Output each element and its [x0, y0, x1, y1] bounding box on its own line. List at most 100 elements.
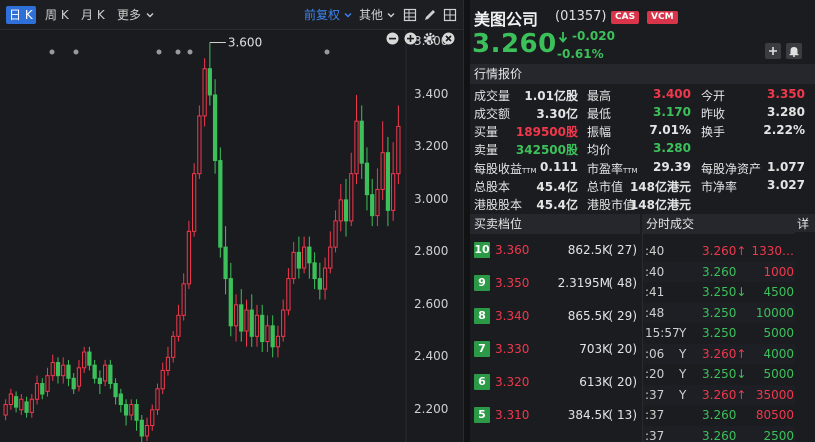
ticks-scrollbar[interactable] — [795, 232, 815, 442]
candle — [244, 309, 249, 332]
fundamental-label: 每股收益 — [474, 162, 523, 176]
event-marker[interactable] — [175, 49, 181, 55]
time-and-sales[interactable]: :40 3.260↑ 1330…:40 3.260 1000:41 3.250↓ 4500:… — [642, 232, 815, 442]
tick-price: 3.250 — [702, 305, 737, 320]
candle — [322, 267, 328, 290]
orderbook-row[interactable]: 9 3.350 2.3195M( 48) — [470, 267, 640, 300]
tick-volume: 35000 — [755, 387, 794, 402]
orderbook-count: ( 27) — [608, 243, 637, 257]
candle — [349, 173, 354, 222]
draw-pen-icon[interactable] — [423, 8, 437, 22]
ticks-header-label: 分时成交 — [646, 217, 695, 231]
event-marker[interactable] — [324, 49, 330, 55]
quote-stat-value: 3.30亿 — [536, 107, 578, 121]
other-chevron-icon[interactable] — [386, 9, 396, 19]
zoom-in-icon[interactable] — [404, 32, 417, 45]
tick-volume: 5000 — [763, 326, 794, 340]
fundamental-label: 港股股本 — [474, 198, 523, 212]
zoom-out-icon[interactable] — [386, 32, 399, 45]
event-marker[interactable] — [187, 49, 193, 55]
candle — [171, 335, 176, 358]
tick-time: :20 — [645, 367, 665, 381]
pane-divider[interactable] — [463, 0, 470, 442]
orderbook-volume: 384.5K — [567, 408, 610, 422]
tab-more[interactable]: 更多 — [114, 6, 144, 24]
tab-daily-k[interactable]: 日 K — [6, 6, 36, 24]
candle — [181, 283, 186, 316]
event-marker[interactable] — [49, 49, 55, 55]
orderbook-price: 3.330 — [495, 342, 530, 356]
tag-cas: CAS — [611, 11, 640, 24]
fundamental-value: 0.111 — [540, 160, 578, 174]
orderbook-row[interactable]: 8 3.340 865.5K( 29) — [470, 300, 640, 333]
quote-stat-value: 2.22% — [763, 123, 805, 137]
chart-settings-gear-icon[interactable] — [423, 32, 436, 45]
tick-volume: 2500 — [763, 428, 794, 442]
fundamental-sub: TTM — [522, 167, 537, 175]
candle — [150, 409, 155, 427]
candle — [223, 246, 228, 280]
candle — [301, 246, 307, 269]
candle — [202, 68, 207, 117]
candle — [3, 404, 8, 416]
price-alert-bell-icon[interactable] — [786, 43, 802, 59]
candle — [233, 304, 239, 327]
orderbook-row[interactable]: 5 3.310 384.5K( 13) — [470, 399, 640, 432]
event-marker[interactable] — [156, 49, 162, 55]
adjust-dropdown[interactable]: 前复权 — [304, 6, 340, 24]
price-change-pct: -0.61% — [557, 47, 604, 61]
candle — [286, 278, 291, 311]
candle — [275, 335, 281, 348]
tab-weekly-k[interactable]: 周 K — [42, 6, 72, 24]
layout-icon[interactable] — [443, 8, 457, 22]
fundamental-stat: 总市值 148亿港元 — [587, 178, 691, 195]
add-watchlist-icon[interactable] — [765, 43, 781, 59]
tick-price: 3.260↑ — [702, 244, 747, 258]
fundamental-value: 45.4亿 — [536, 180, 578, 194]
quote-stat-label: 最低 — [587, 107, 612, 121]
candle — [307, 246, 312, 264]
quote-stat-value: 1.01亿股 — [524, 89, 578, 103]
candle — [97, 377, 103, 385]
tick-time: :37 — [645, 428, 665, 442]
price-tick-label: 2.200 — [414, 401, 449, 416]
adjust-chevron-icon[interactable] — [343, 9, 353, 19]
candle — [260, 314, 265, 343]
candle — [8, 393, 13, 406]
fundamental-label: 总市值 — [587, 180, 624, 194]
candlestick-chart[interactable]: 3.6002.070 — [0, 30, 463, 442]
orderbook-row[interactable]: 10 3.360 862.5K( 27) — [470, 234, 640, 267]
quote-stat: 振幅 7.01% — [587, 123, 691, 140]
close-chart-icon[interactable] — [442, 32, 455, 45]
orderbook-row[interactable]: 7 3.330 703K( 20) — [470, 333, 640, 366]
quote-stat: 最低 3.170 — [587, 105, 691, 122]
quote-stat-label: 换手 — [701, 125, 726, 139]
fundamental-stat: 总股本 45.4亿 — [474, 178, 578, 195]
orderbook-level-badge: 5 — [474, 407, 490, 423]
tick-volume: 4000 — [763, 346, 794, 361]
orderbook-volume: 865.5K — [567, 309, 610, 323]
other-dropdown[interactable]: 其他 — [359, 6, 383, 24]
quote-stat: 成交额 3.30亿 — [474, 105, 578, 122]
stock-code: (01357) — [555, 9, 607, 24]
more-chevron-icon[interactable] — [145, 9, 155, 19]
ticks-detail-button[interactable]: 详 — [797, 214, 809, 234]
candle — [364, 162, 370, 196]
indicator-grid-icon[interactable] — [403, 8, 417, 22]
quote-stat-label: 昨收 — [701, 107, 726, 121]
orderbook-row[interactable]: 6 3.320 613K( 20) — [470, 366, 640, 399]
event-marker[interactable] — [73, 49, 79, 55]
tick-time: :40 — [645, 244, 665, 258]
price-tick-label: 3.000 — [414, 191, 449, 206]
price-tick-label: 3.200 — [414, 139, 449, 154]
candle — [228, 278, 233, 327]
candle — [354, 120, 359, 175]
tab-monthly-k[interactable]: 月 K — [78, 6, 108, 24]
orderbook-volume: 613K — [579, 375, 610, 389]
quote-stat: 买量 189500股 — [474, 123, 578, 140]
orderbook: 10 3.360 862.5K( 27) 9 3.350 2.3195M( 48) 8 3.3… — [470, 232, 640, 442]
orderbook-level-badge: 6 — [474, 374, 490, 390]
tick-price: 3.260 — [702, 408, 737, 422]
quote-stat: 成交量 1.01亿股 — [474, 87, 578, 104]
fundamental-label: 市净率 — [701, 180, 738, 194]
